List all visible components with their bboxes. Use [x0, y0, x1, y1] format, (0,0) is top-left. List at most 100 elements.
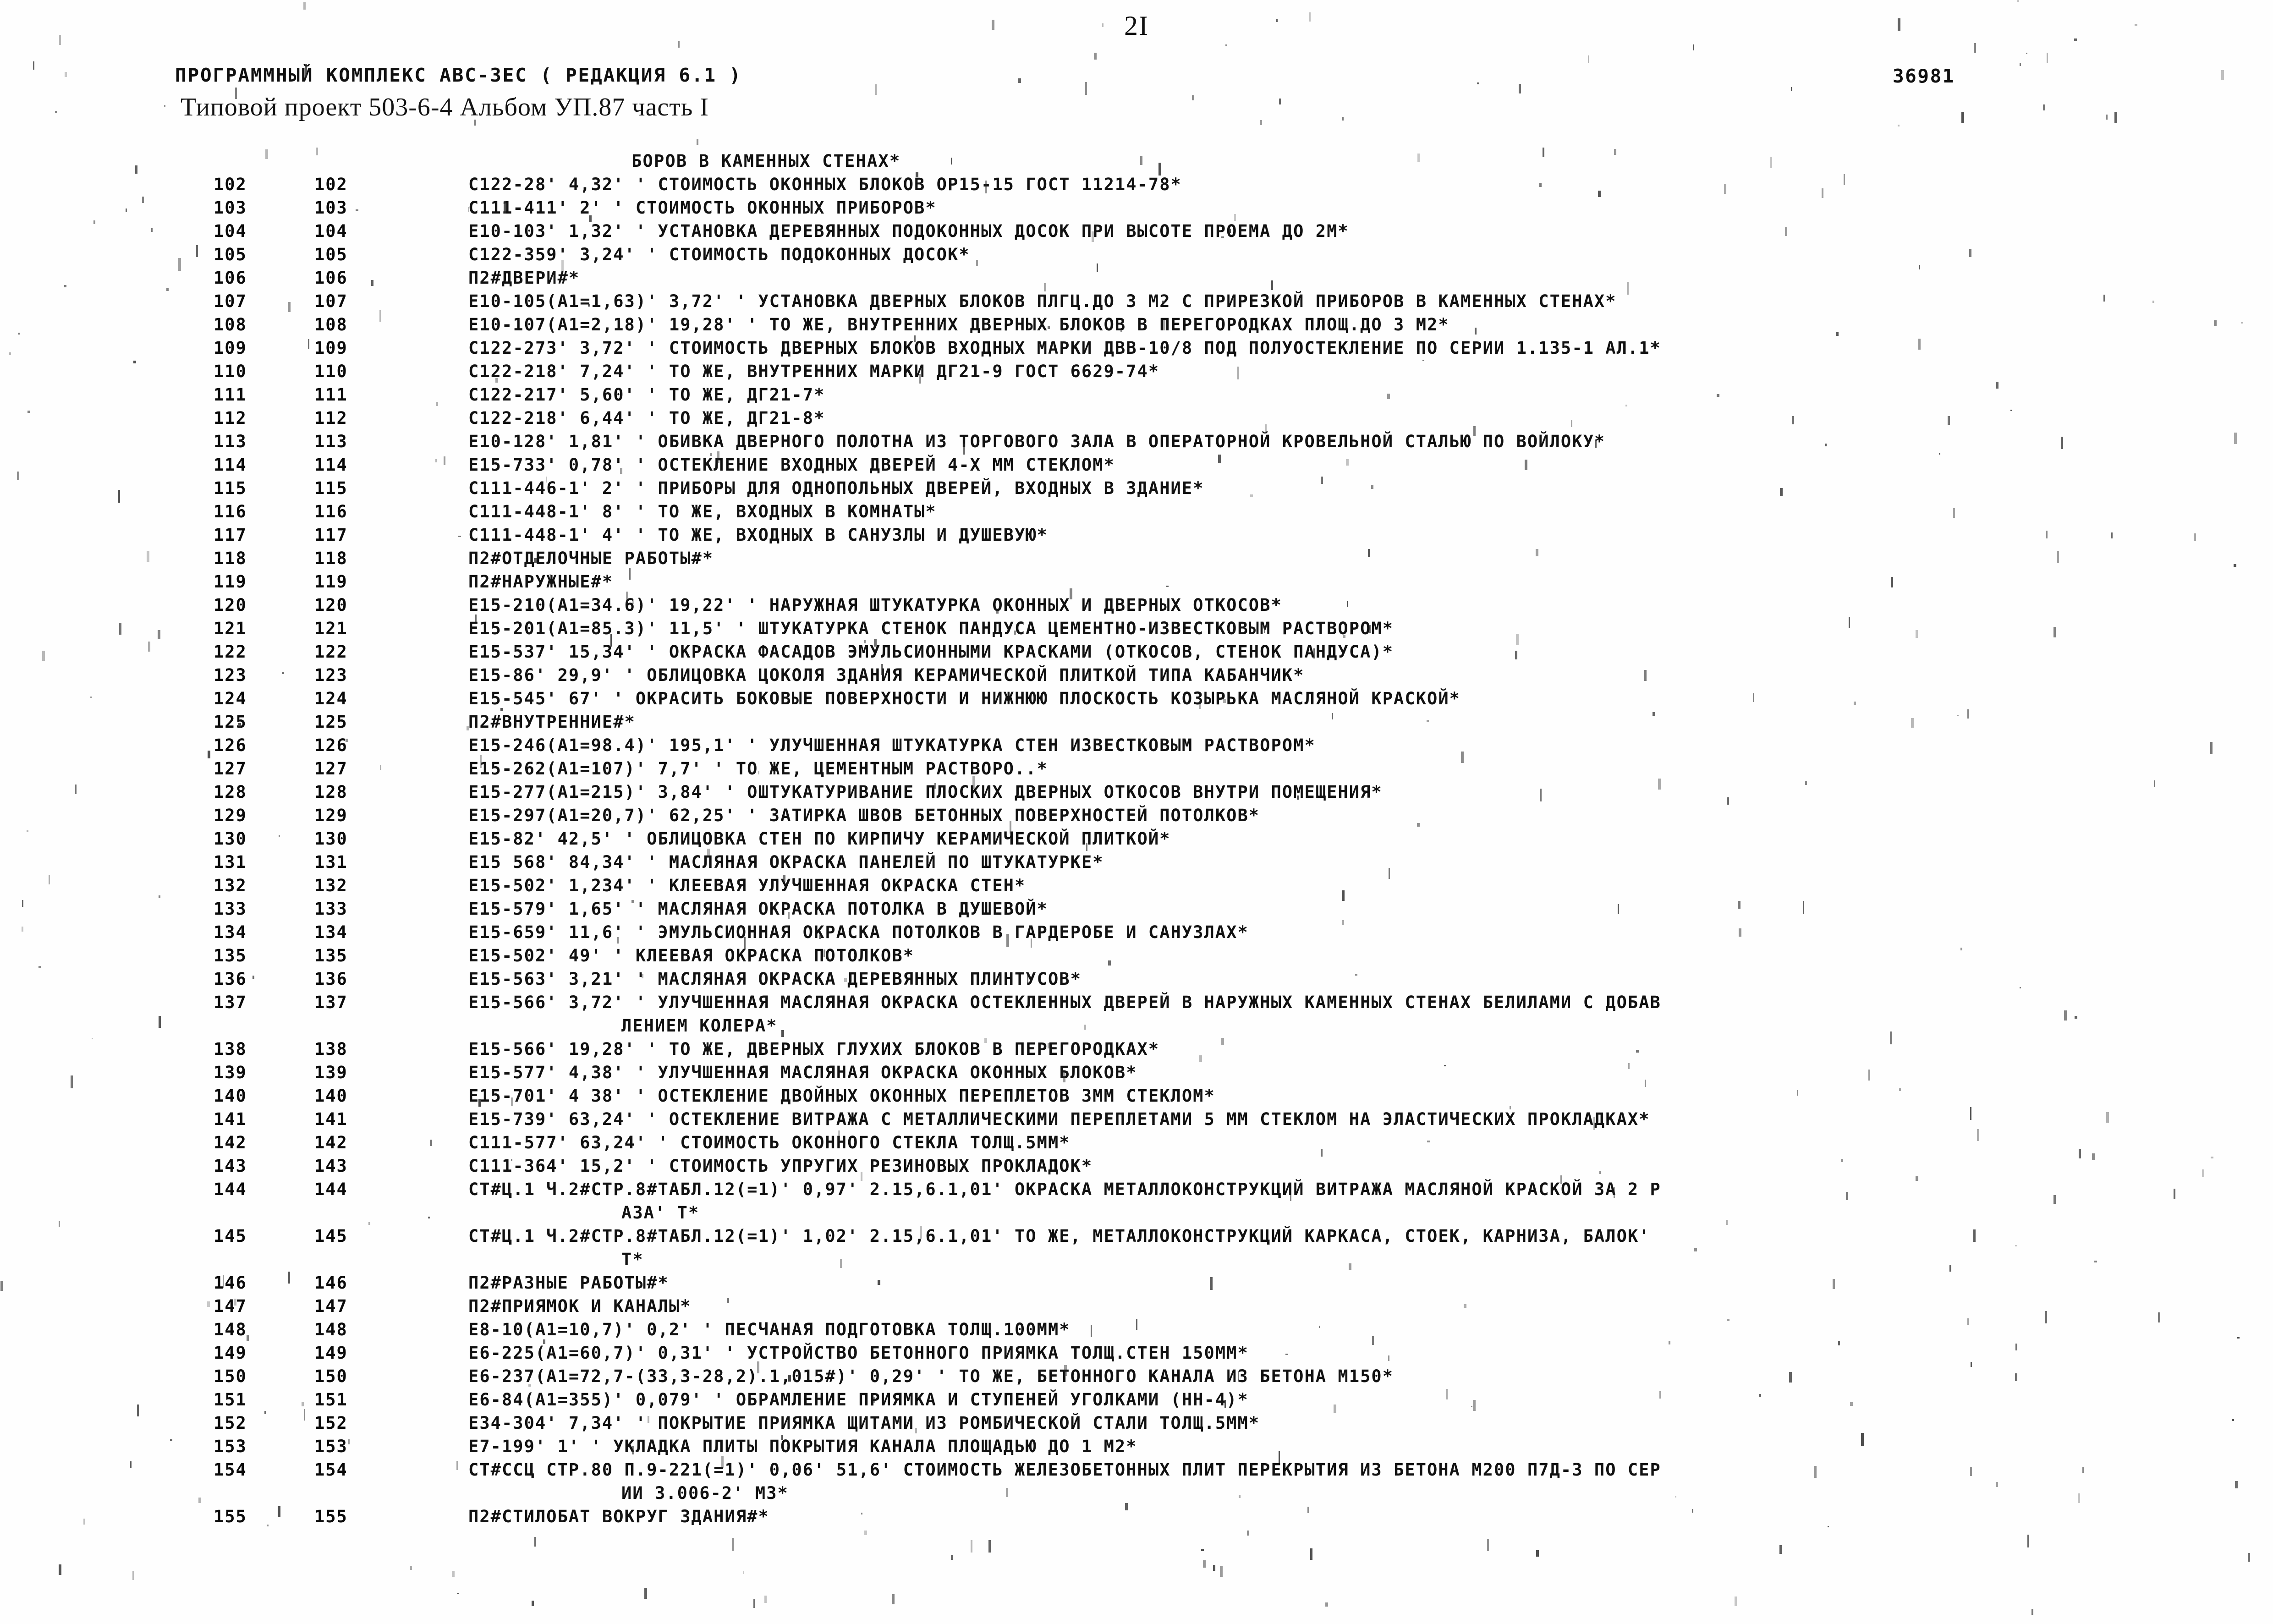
row-position-number: 106: [214, 268, 247, 288]
row-description: Е15-502' 49' ' КЛЕЕВАЯ ОКРАСКА ПОТОЛКОВ*: [468, 946, 915, 966]
row-sequence-number: 121: [314, 619, 348, 638]
row-position-number: 152: [214, 1413, 247, 1433]
row-position-number: 104: [214, 221, 247, 241]
row-sequence-number: 110: [314, 362, 348, 381]
document-header: ПРОГРАММНЫЙ КОМПЛЕКС АВС-3ЕС ( РЕДАКЦИЯ …: [175, 64, 2146, 121]
row-position-number: 102: [214, 175, 247, 194]
row-description: Е15-545' 67' ' ОКРАСИТЬ БОКОВЫЕ ПОВЕРХНО…: [468, 689, 1461, 708]
row-sequence-number: 108: [314, 315, 348, 335]
row-position-number: 103: [214, 198, 247, 218]
row-position-number: 148: [214, 1320, 247, 1339]
row-position-number: 128: [214, 782, 247, 802]
row-sequence-number: 130: [314, 829, 348, 849]
row-position-number: 144: [214, 1180, 247, 1199]
listing-row: 155 155 П2#СТИЛОБАТ ВОКРУГ ЗДАНИЯ#*: [0, 1507, 2273, 1530]
row-description: Е6-84(А1=355)' 0,079' ' ОБРАМЛЕНИЕ ПРИЯМ…: [468, 1390, 1249, 1410]
listing-row: 148 148 Е8-10(А1=10,7)' 0,2' ' ПЕСЧАНАЯ ПО…: [0, 1320, 2273, 1343]
listing-row: 104 104 Е10-103' 1,32' ' УСТАНОВКА ДЕРЕВЯН…: [0, 221, 2273, 245]
header-system-row: ПРОГРАММНЫЙ КОМПЛЕКС АВС-3ЕС ( РЕДАКЦИЯ …: [175, 64, 2146, 93]
row-sequence-number: 150: [314, 1366, 348, 1386]
row-position-number: 130: [214, 829, 247, 849]
row-description: Е15-277(А1=215)' 3,84' ' ОШТУКАТУРИВАНИЕ…: [468, 782, 1383, 802]
row-sequence-number: 148: [314, 1320, 348, 1339]
row-description: Е15-659' 11,6' ' ЭМУЛЬСИОННАЯ ОКРАСКА ПО…: [468, 922, 1249, 942]
listing-row: 103 103 С111-411' 2' ' СТОИМОСТЬ ОКОННЫХ П…: [0, 198, 2273, 221]
row-sequence-number: 126: [314, 735, 348, 755]
row-sequence-number: 128: [314, 782, 348, 802]
row-sequence-number: 129: [314, 806, 348, 825]
row-sequence-number: 119: [314, 572, 348, 592]
row-position-number: 121: [214, 619, 247, 638]
row-description: С122-273' 3,72' ' СТОИМОСТЬ ДВЕРНЫХ БЛОК…: [468, 338, 1661, 358]
row-description: Т*: [621, 1250, 644, 1269]
row-position-number: 140: [214, 1086, 247, 1106]
row-description: Е10-103' 1,32' ' УСТАНОВКА ДЕРЕВЯННЫХ ПО…: [468, 221, 1349, 241]
row-sequence-number: 113: [314, 432, 348, 451]
listing-row: 124 124 Е15-545' 67' ' ОКРАСИТЬ БОКОВЫЕ ПО…: [0, 689, 2273, 712]
row-description: Е10-107(А1=2,18)' 19,28' ' ТО ЖЕ, ВНУТРЕ…: [468, 315, 1449, 335]
row-sequence-number: 118: [314, 549, 348, 568]
row-position-number: 135: [214, 946, 247, 966]
row-description: С111-448-1' 8' ' ТО ЖЕ, ВХОДНЫХ В КОМНАТ…: [468, 502, 937, 521]
row-position-number: 143: [214, 1156, 247, 1176]
row-description: Е15-701' 4 38' ' ОСТЕКЛЕНИЕ ДВОЙНЫХ ОКОН…: [468, 1086, 1215, 1106]
row-position-number: 117: [214, 525, 247, 545]
listing-row: 128 128 Е15-277(А1=215)' 3,84' ' ОШТУКАТУР…: [0, 782, 2273, 806]
listing-row: 142 142 С111-577' 63,24' ' СТОИМОСТЬ ОКОНН…: [0, 1133, 2273, 1156]
row-description: Е34-304' 7,34' ' ПОКРЫТИЕ ПРИЯМКА ЩИТАМИ…: [468, 1413, 1260, 1433]
listing-row: 106 106 П2#ДВЕРИ#*: [0, 268, 2273, 291]
row-position-number: 129: [214, 806, 247, 825]
row-sequence-number: 114: [314, 455, 348, 475]
row-sequence-number: 124: [314, 689, 348, 708]
listing-rows: 102 102 С122-28' 4,32' ' СТОИМОСТЬ ОКОННЫХ…: [0, 175, 2273, 1530]
listing-row: 120 120 Е15-210(А1=34.6)' 19,22' ' НАРУЖНА…: [0, 595, 2273, 619]
row-position-number: 151: [214, 1390, 247, 1410]
row-sequence-number: 145: [314, 1226, 348, 1246]
row-sequence-number: 125: [314, 712, 348, 732]
row-position-number: 141: [214, 1109, 247, 1129]
row-position-number: 109: [214, 338, 247, 358]
listing-row: 110 110 С122-218' 7,24' ' ТО ЖЕ, ВНУТРЕННИ…: [0, 362, 2273, 385]
row-description: С111-364' 15,2' ' СТОИМОСТЬ УПРУГИХ РЕЗИ…: [468, 1156, 1093, 1176]
listing-row: 149 149 Е6-225(А1=60,7)' 0,31' ' УСТРОЙСТВ…: [0, 1343, 2273, 1366]
listing-row: 126 126 Е15-246(А1=98.4)' 195,1' ' УЛУЧШЕН…: [0, 735, 2273, 759]
row-sequence-number: 135: [314, 946, 348, 966]
listing-row: 123 123 Е15-86' 29,9' ' ОБЛИЦОВКА ЦОКОЛЯ З…: [0, 665, 2273, 689]
listing-row: 109 109 С122-273' 3,72' ' СТОИМОСТЬ ДВЕРНЫ…: [0, 338, 2273, 362]
row-sequence-number: 153: [314, 1437, 348, 1456]
row-position-number: 119: [214, 572, 247, 592]
row-sequence-number: 152: [314, 1413, 348, 1433]
row-description: С111-446-1' 2' ' ПРИБОРЫ ДЛЯ ОДНОПОЛЬНЫХ…: [468, 478, 1204, 498]
listing-row: 122 122 Е15-537' 15,34' ' ОКРАСКА ФАСАДОВ …: [0, 642, 2273, 665]
listing-row: 125 125 П2#ВНУТРЕННИЕ#*: [0, 712, 2273, 735]
listing-row: 150 150 Е6-237(А1=72,7-(33,3-28,2).1,015#)…: [0, 1366, 2273, 1390]
row-sequence-number: 136: [314, 969, 348, 989]
row-description: СТ#Ц.1 Ч.2#СТР.8#ТАБЛ.12(=1)' 1,02' 2.15…: [468, 1226, 1650, 1246]
row-description: Е15-733' 0,78' ' ОСТЕКЛЕНИЕ ВХОДНЫХ ДВЕР…: [468, 455, 1115, 475]
scanned-document-page: 2I ПРОГРАММНЫЙ КОМПЛЕКС АВС-3ЕС ( РЕДАКЦ…: [0, 0, 2273, 1624]
row-description: Е8-10(А1=10,7)' 0,2' ' ПЕСЧАНАЯ ПОДГОТОВ…: [468, 1320, 1071, 1339]
listing-row: 111 111 С122-217' 5,60' ' ТО ЖЕ, ДГ21-7*: [0, 385, 2273, 408]
row-description: П2#РАЗНЫЕ РАБОТЫ#*: [468, 1273, 669, 1293]
row-sequence-number: 127: [314, 759, 348, 779]
row-position-number: 107: [214, 291, 247, 311]
row-description: С122-217' 5,60' ' ТО ЖЕ, ДГ21-7*: [468, 385, 825, 405]
row-position-number: 114: [214, 455, 247, 475]
row-description: С111-577' 63,24' ' СТОИМОСТЬ ОКОННОГО СТ…: [468, 1133, 1071, 1152]
row-sequence-number: 151: [314, 1390, 348, 1410]
listing-row: 145 145 СТ#Ц.1 Ч.2#СТР.8#ТАБЛ.12(=1)' 1,02…: [0, 1226, 2273, 1250]
listing-row: 119 119 П2#НАРУЖНЫЕ#*: [0, 572, 2273, 595]
row-position-number: 149: [214, 1343, 247, 1363]
listing-row: 112 112 С122-218' 6,44' ' ТО ЖЕ, ДГ21-8*: [0, 408, 2273, 432]
row-sequence-number: 149: [314, 1343, 348, 1363]
listing-row: 139 139 Е15-577' 4,38' ' УЛУЧШЕННАЯ МАСЛЯН…: [0, 1063, 2273, 1086]
row-description: С122-28' 4,32' ' СТОИМОСТЬ ОКОННЫХ БЛОКО…: [468, 175, 1182, 194]
listing-row: 143 143 С111-364' 15,2' ' СТОИМОСТЬ УПРУГИ…: [0, 1156, 2273, 1180]
row-description: СТ#Ц.1 Ч.2#СТР.8#ТАБЛ.12(=1)' 0,97' 2.15…: [468, 1180, 1661, 1199]
row-sequence-number: 111: [314, 385, 348, 405]
row-position-number: 125: [214, 712, 247, 732]
listing-row: 107 107 Е10-105(А1=1,63)' 3,72' ' УСТАНОВК…: [0, 291, 2273, 315]
row-description: Е15-86' 29,9' ' ОБЛИЦОВКА ЦОКОЛЯ ЗДАНИЯ …: [468, 665, 1305, 685]
document-number: 36981: [1893, 65, 1955, 87]
project-title: Типовой проект 503-6-4 Альбом УП.87 част…: [181, 93, 709, 121]
